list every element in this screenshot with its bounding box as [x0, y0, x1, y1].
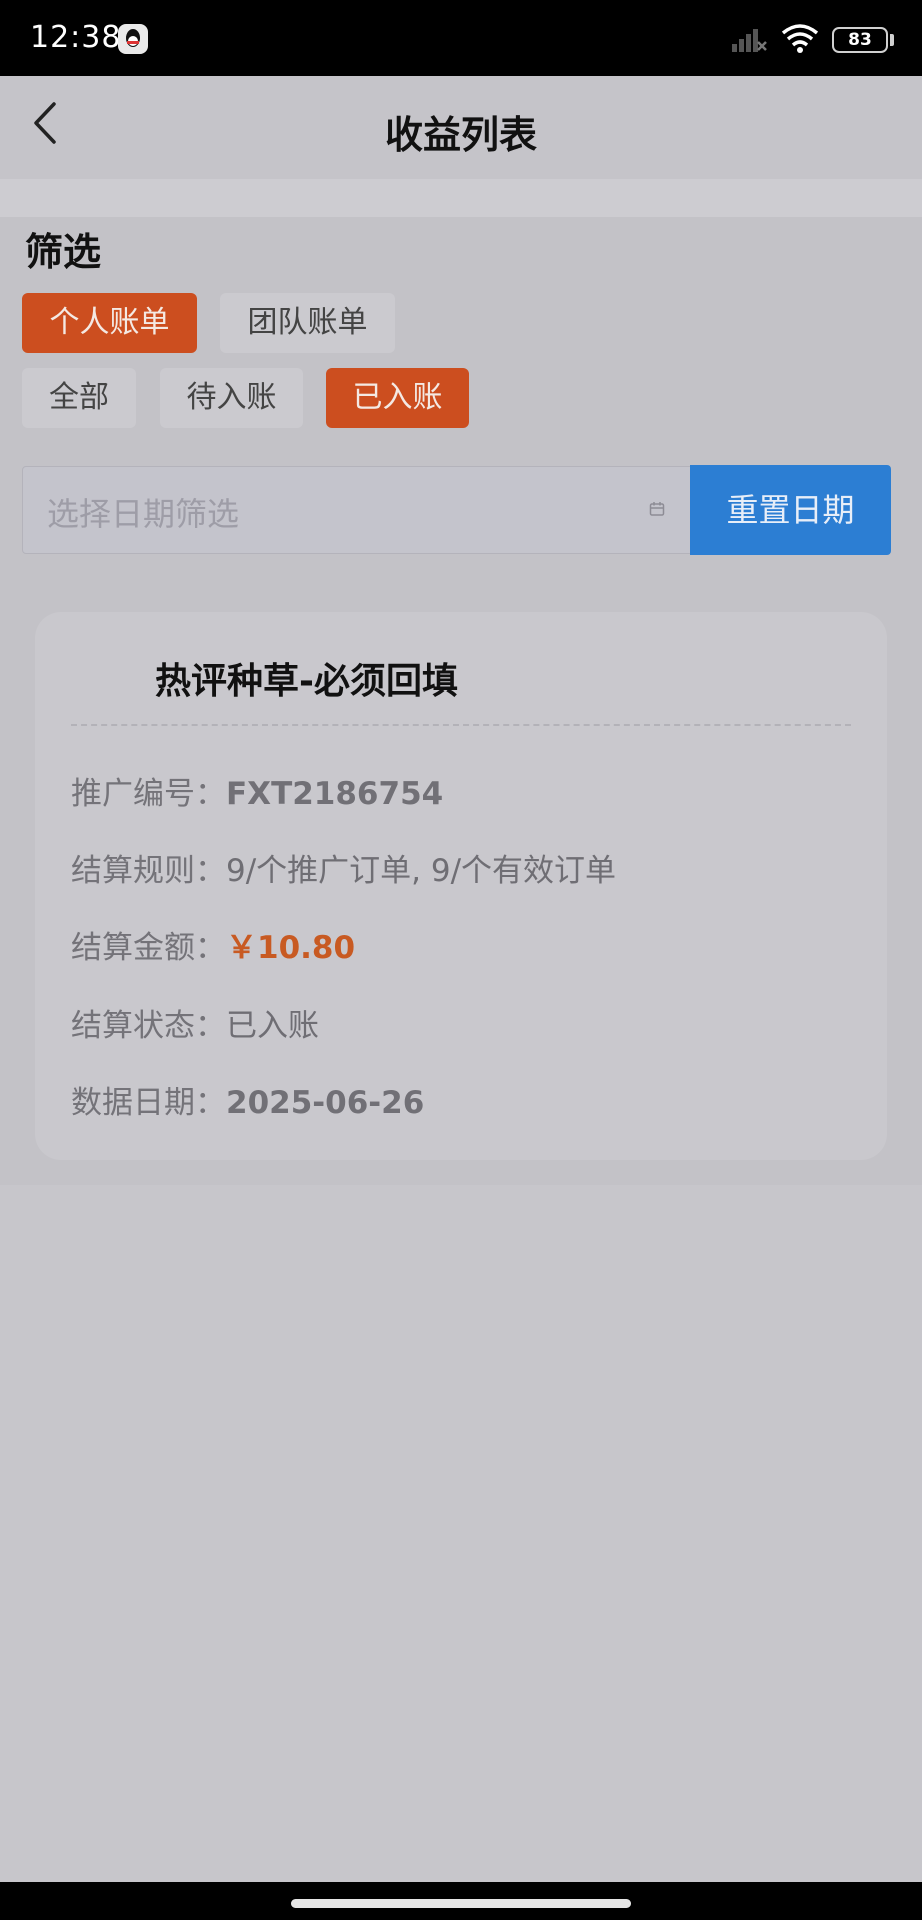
row-data-date: 数据日期：2025-06-26	[71, 1077, 424, 1122]
promo-code-label: 推广编号：	[71, 776, 226, 812]
main-panel: 筛选 个人账单 团队账单 全部 待入账 已入账 选择日期筛选 重置日期 热评种草…	[0, 217, 922, 1185]
battery-icon: 83	[832, 27, 888, 53]
settlement-status-label: 结算状态：	[71, 1008, 226, 1044]
data-date-label: 数据日期：	[71, 1085, 226, 1121]
settlement-amount-value: ￥10.80	[226, 930, 356, 966]
chip-status-all[interactable]: 全部	[22, 368, 136, 428]
calendar-icon[interactable]	[649, 501, 665, 521]
row-promo-code: 推广编号：FXT2186754	[71, 768, 443, 813]
chip-team-bill[interactable]: 团队账单	[220, 293, 395, 353]
chip-personal-bill[interactable]: 个人账单	[22, 293, 197, 353]
signal-icon	[730, 24, 768, 58]
row-settlement-amount: 结算金额：￥10.80	[71, 922, 355, 967]
reset-date-button[interactable]: 重置日期	[690, 465, 891, 555]
chip-status-pending[interactable]: 待入账	[160, 368, 303, 428]
settlement-amount-label: 结算金额：	[71, 930, 226, 966]
wifi-icon	[780, 22, 820, 58]
row-settlement-status: 结算状态：已入账	[71, 1000, 319, 1045]
app-header: 收益列表	[0, 76, 922, 179]
row-settlement-rule: 结算规则：9/个推广订单, 9/个有效订单	[71, 845, 616, 890]
qq-icon	[118, 24, 148, 54]
promo-code-value: FXT2186754	[226, 776, 444, 812]
page-title: 收益列表	[384, 113, 537, 157]
card-title: 热评种草-必须回填	[155, 661, 458, 702]
chip-status-received[interactable]: 已入账	[326, 368, 469, 428]
settlement-rule-value: 9/个推广订单, 9/个有效订单	[226, 853, 617, 889]
settlement-rule-label: 结算规则：	[71, 853, 226, 889]
home-indicator-bar	[0, 1882, 922, 1920]
battery-tip	[890, 34, 894, 46]
status-time: 12:38	[30, 20, 122, 55]
filter-title: 筛选	[25, 230, 102, 274]
home-indicator[interactable]	[291, 1899, 631, 1908]
data-date-value: 2025-06-26	[226, 1085, 425, 1121]
date-filter-input[interactable]: 选择日期筛选	[22, 466, 692, 554]
header-divider-band	[0, 179, 922, 217]
earnings-card[interactable]: 热评种草-必须回填 推广编号：FXT2186754 结算规则：9/个推广订单, …	[35, 612, 887, 1160]
date-filter-placeholder: 选择日期筛选	[47, 495, 240, 533]
status-bar: 12:38 83	[0, 0, 922, 76]
settlement-status-value: 已入账	[226, 1008, 319, 1044]
card-divider	[71, 724, 851, 726]
